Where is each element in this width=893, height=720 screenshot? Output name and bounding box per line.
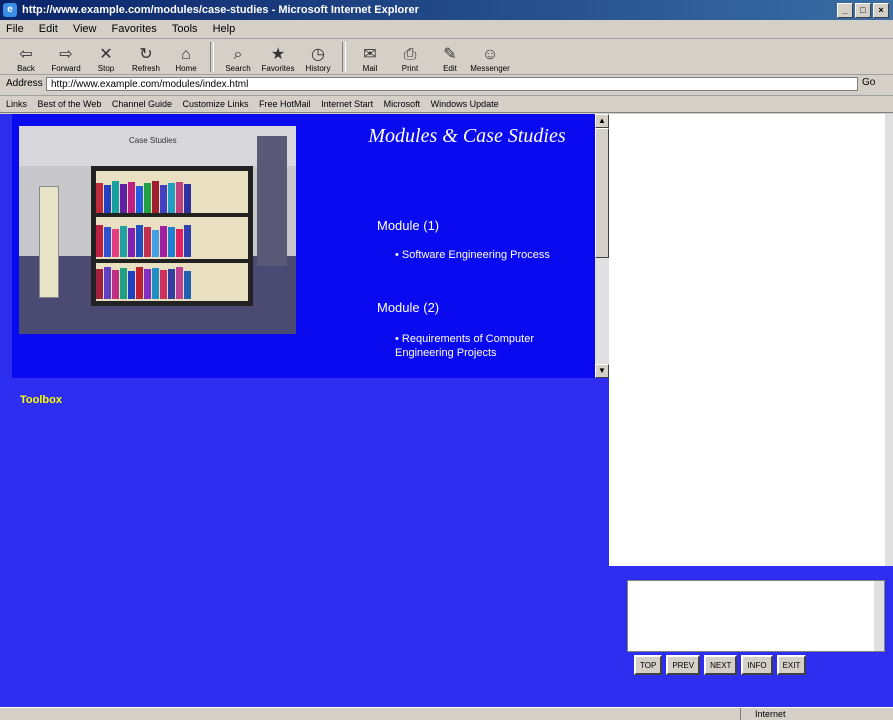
search-button[interactable]: ⌕ Search xyxy=(218,40,258,74)
link-item[interactable]: Customize Links xyxy=(182,99,248,109)
links-bar: Links Best of the Web Channel Guide Cust… xyxy=(0,96,893,113)
window-controls: _ □ × xyxy=(837,3,889,18)
toolbar-separator xyxy=(210,42,214,72)
right-frame xyxy=(609,114,885,566)
link-item[interactable]: Microsoft xyxy=(384,99,421,109)
back-button[interactable]: ⇦ Back xyxy=(6,40,46,74)
module-1-item[interactable]: • Software Engineering Process xyxy=(395,248,585,262)
menu-edit[interactable]: Edit xyxy=(33,20,64,38)
stop-button[interactable]: ✕ Stop xyxy=(86,40,126,74)
notes-textarea[interactable] xyxy=(627,580,885,652)
status-zone: Internet xyxy=(740,708,890,720)
title-bar: e http://www.example.com/modules/case-st… xyxy=(0,0,893,20)
modules-frame: Case Studies Modules & Case Studies Modu… xyxy=(12,114,607,378)
go-button[interactable]: Go xyxy=(862,77,875,88)
address-bar: Address http://www.example.com/modules/i… xyxy=(0,75,893,96)
notes-scrollbar[interactable] xyxy=(874,581,884,651)
stop-icon: ✕ xyxy=(99,46,113,63)
image-caption: Case Studies xyxy=(129,136,177,145)
bookshelf xyxy=(91,166,253,306)
modules-frame-scrollbar[interactable]: ▲ ▼ xyxy=(595,114,609,378)
library-image: Case Studies xyxy=(19,126,296,334)
messenger-icon: ☺ xyxy=(481,46,499,63)
menu-bar: File Edit View Favorites Tools Help xyxy=(0,20,893,39)
close-icon[interactable]: × xyxy=(873,3,889,18)
link-item[interactable]: Internet Start xyxy=(321,99,373,109)
link-item[interactable]: Channel Guide xyxy=(112,99,172,109)
toolbox-label[interactable]: Toolbox xyxy=(20,394,62,406)
menu-tools[interactable]: Tools xyxy=(166,20,204,38)
address-input[interactable]: http://www.example.com/modules/index.htm… xyxy=(46,77,858,91)
module-1-item-label: Software Engineering Process xyxy=(401,249,550,261)
search-icon: ⌕ xyxy=(233,46,243,63)
forward-icon: ⇨ xyxy=(59,46,73,63)
home-button[interactable]: ⌂ Home xyxy=(166,40,206,74)
favorites-button[interactable]: ★ Favorites xyxy=(258,40,298,74)
right-frame-scrollbar[interactable] xyxy=(885,114,893,566)
print-button[interactable]: ⎙ Print xyxy=(390,40,430,74)
menu-view[interactable]: View xyxy=(67,20,103,38)
edit-button[interactable]: ✎ Edit xyxy=(430,40,470,74)
exit-button[interactable]: EXIT xyxy=(776,655,807,675)
mail-button[interactable]: ✉ Mail xyxy=(350,40,390,74)
scroll-down-icon[interactable]: ▼ xyxy=(595,364,609,378)
window-title: http://www.example.com/modules/case-stud… xyxy=(22,4,419,16)
page-title: Modules & Case Studies xyxy=(368,125,566,147)
module-2-item-label: Requirements of Computer Engineering Pro… xyxy=(395,333,534,359)
home-icon: ⌂ xyxy=(181,46,191,63)
info-button[interactable]: INFO xyxy=(741,655,773,675)
toolbar-separator xyxy=(342,42,346,72)
page-content: Case Studies Modules & Case Studies Modu… xyxy=(0,114,893,707)
status-bar: Internet xyxy=(0,707,893,720)
module-1-link[interactable]: Module (1) xyxy=(377,218,439,233)
refresh-icon: ↻ xyxy=(139,46,153,63)
module-2-item[interactable]: • Requirements of Computer Engineering P… xyxy=(395,332,585,360)
link-item[interactable]: Free HotMail xyxy=(259,99,311,109)
navigation-buttons: TOP PREV NEXT INFO EXIT xyxy=(634,655,807,675)
menu-file[interactable]: File xyxy=(0,20,30,38)
scroll-up-icon[interactable]: ▲ xyxy=(595,114,609,128)
print-icon: ⎙ xyxy=(403,46,417,63)
scroll-thumb[interactable] xyxy=(595,128,609,258)
back-icon: ⇦ xyxy=(19,46,33,63)
history-icon: ◷ xyxy=(311,46,325,63)
module-2-link[interactable]: Module (2) xyxy=(377,300,439,315)
mail-icon: ✉ xyxy=(363,46,377,63)
menu-favorites[interactable]: Favorites xyxy=(106,20,163,38)
top-button[interactable]: TOP xyxy=(634,655,663,675)
minimize-icon[interactable]: _ xyxy=(837,3,853,18)
links-label: Links xyxy=(6,99,28,109)
address-label: Address xyxy=(6,78,43,89)
link-item[interactable]: Windows Update xyxy=(431,99,499,109)
history-button[interactable]: ◷ History xyxy=(298,40,338,74)
favorites-icon: ★ xyxy=(270,46,286,63)
next-button[interactable]: NEXT xyxy=(704,655,738,675)
messenger-button[interactable]: ☺ Messenger xyxy=(470,40,510,74)
prev-button[interactable]: PREV xyxy=(666,655,701,675)
browser-logo-icon: e xyxy=(3,3,17,17)
link-item[interactable]: Best of the Web xyxy=(38,99,102,109)
standard-toolbar: ⇦ Back ⇨ Forward ✕ Stop ↻ Refresh ⌂ Home ⌕ Sea… xyxy=(0,39,893,75)
maximize-icon[interactable]: □ xyxy=(855,3,871,18)
menu-help[interactable]: Help xyxy=(207,20,242,38)
forward-button[interactable]: ⇨ Forward xyxy=(46,40,86,74)
refresh-button[interactable]: ↻ Refresh xyxy=(126,40,166,74)
edit-icon: ✎ xyxy=(443,46,457,63)
